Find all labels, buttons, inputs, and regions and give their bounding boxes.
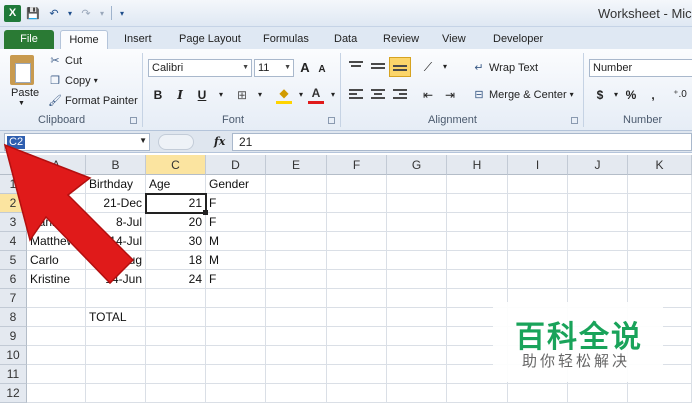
red-arrow-icon bbox=[3, 143, 135, 285]
watermark-subtitle: 助你轻松解决 bbox=[522, 353, 631, 370]
watermark: 百科全说 助你轻松解决 bbox=[493, 302, 663, 382]
